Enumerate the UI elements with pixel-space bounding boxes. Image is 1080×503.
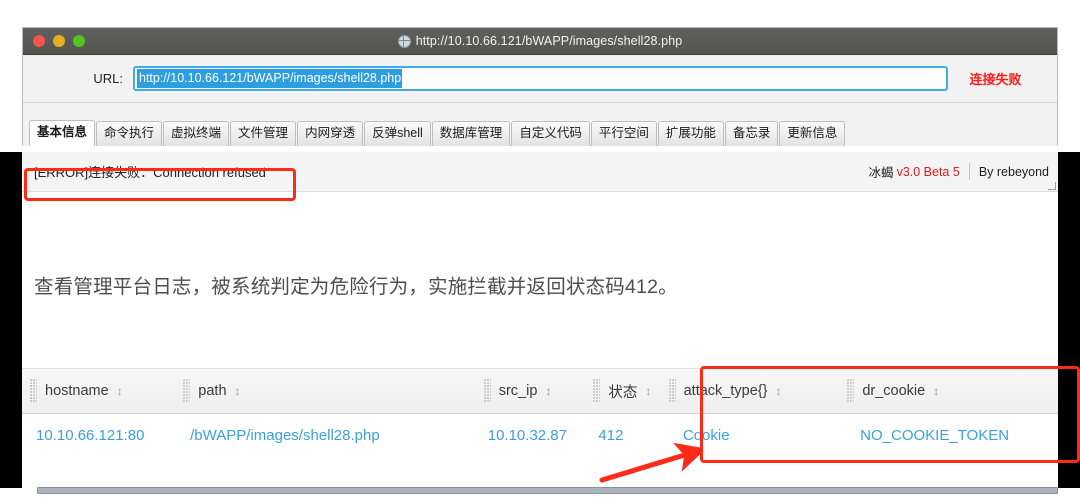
scrollbar-thumb[interactable] xyxy=(37,487,1058,494)
tab-parallel-space[interactable]: 平行空间 xyxy=(590,121,657,146)
tab-file-manager[interactable]: 文件管理 xyxy=(230,121,297,146)
column-label: attack_type{} xyxy=(683,383,768,399)
tab-command-exec[interactable]: 命令执行 xyxy=(96,121,163,146)
tab-virtual-terminal[interactable]: 虚拟终端 xyxy=(163,121,230,146)
status-strip: [ERROR]连接失败：Connection refused 冰蝎 v3.0 B… xyxy=(22,152,1058,192)
column-label: 状态 xyxy=(608,384,638,401)
column-header-path[interactable]: path ↕ xyxy=(175,369,475,413)
column-header-dr-cookie[interactable]: dr_cookie ↕ xyxy=(839,369,1058,413)
behinder-client-window: http://10.10.66.121/bWAPP/images/shell28… xyxy=(22,27,1058,146)
zoom-button[interactable] xyxy=(73,35,85,47)
tab-custom-code[interactable]: 自定义代码 xyxy=(511,121,590,146)
cell-hostname[interactable]: 10.10.66.121:80 xyxy=(22,427,175,444)
url-bar: URL: http://10.10.66.121/bWAPP/images/sh… xyxy=(23,55,1057,103)
column-drag-grip-icon[interactable] xyxy=(30,379,37,403)
error-message: [ERROR]连接失败：Connection refused xyxy=(34,165,266,180)
resize-grip[interactable] xyxy=(1048,182,1056,190)
capture-edge-right xyxy=(1058,152,1080,488)
product-version: v3.0 Beta 5 xyxy=(896,164,960,179)
window-controls[interactable] xyxy=(23,35,85,47)
table-row[interactable]: 10.10.66.121:80 /bWAPP/images/shell28.ph… xyxy=(22,414,1058,456)
tab-extensions[interactable]: 扩展功能 xyxy=(657,121,724,146)
url-input[interactable]: http://10.10.66.121/bWAPP/images/shell28… xyxy=(133,66,948,91)
cell-dr-cookie[interactable]: NO_COOKIE_TOKEN xyxy=(839,427,1058,444)
tab-update-info[interactable]: 更新信息 xyxy=(779,121,846,146)
cell-path[interactable]: /bWAPP/images/shell28.php xyxy=(175,427,475,444)
window-title: http://10.10.66.121/bWAPP/images/shell28… xyxy=(415,34,683,48)
sort-arrow-icon[interactable]: ↕ xyxy=(117,385,123,397)
tab-reverse-shell[interactable]: 反弹shell xyxy=(364,121,431,146)
close-button[interactable] xyxy=(33,35,45,47)
column-label: src_ip xyxy=(498,383,538,399)
column-drag-grip-icon[interactable] xyxy=(668,379,676,403)
sort-arrow-icon[interactable]: ↕ xyxy=(645,385,651,397)
version-info: 冰蝎 v3.0 Beta 5 By rebeyond xyxy=(869,162,1054,181)
sort-arrow-icon[interactable]: ↕ xyxy=(933,385,939,397)
column-drag-grip-icon[interactable] xyxy=(183,379,191,403)
capture-edge-left xyxy=(0,152,22,488)
tab-memo[interactable]: 备忘录 xyxy=(724,121,779,146)
minimize-button[interactable] xyxy=(53,35,65,47)
cell-attack-type[interactable]: Cookie xyxy=(660,427,839,444)
sort-arrow-icon[interactable]: ↕ xyxy=(235,385,241,397)
window-titlebar[interactable]: http://10.10.66.121/bWAPP/images/shell28… xyxy=(23,28,1057,55)
tab-basic-info[interactable]: 基本信息 xyxy=(29,120,96,146)
column-header-attack-type[interactable]: attack_type{} ↕ xyxy=(661,369,840,413)
column-label: dr_cookie xyxy=(862,383,926,399)
attack-log-table: hostname ↕ path ↕ src_ip ↕ 状态 ↕ attack_t… xyxy=(22,368,1058,456)
table-header-row: hostname ↕ path ↕ src_ip ↕ 状态 ↕ attack_t… xyxy=(22,368,1058,414)
cell-status[interactable]: 412 xyxy=(584,427,659,444)
url-label: URL: xyxy=(93,71,123,86)
product-author: By rebeyond xyxy=(978,164,1049,179)
cell-src-ip[interactable]: 10.10.32.87 xyxy=(475,427,585,444)
column-header-hostname[interactable]: hostname ↕ xyxy=(22,369,175,413)
globe-icon xyxy=(397,34,411,48)
url-input-value[interactable]: http://10.10.66.121/bWAPP/images/shell28… xyxy=(137,69,403,88)
connection-status: 连接失败 xyxy=(969,72,1022,87)
column-drag-grip-icon[interactable] xyxy=(847,379,855,403)
horizontal-scrollbar[interactable] xyxy=(22,485,1058,497)
column-drag-grip-icon[interactable] xyxy=(483,379,491,403)
tab-bar[interactable]: 基本信息 命令执行 虚拟终端 文件管理 内网穿透 反弹shell 数据库管理 自… xyxy=(23,103,1057,146)
version-divider xyxy=(968,163,970,180)
column-drag-grip-icon[interactable] xyxy=(593,379,601,403)
column-header-src-ip[interactable]: src_ip ↕ xyxy=(476,369,586,413)
column-header-status[interactable]: 状态 ↕ xyxy=(585,369,660,413)
log-content-area: [ERROR]连接失败：Connection refused 冰蝎 v3.0 B… xyxy=(22,152,1058,503)
sort-arrow-icon[interactable]: ↕ xyxy=(775,385,781,397)
tab-database-manager[interactable]: 数据库管理 xyxy=(431,121,511,146)
sort-arrow-icon[interactable]: ↕ xyxy=(545,385,551,397)
tab-intranet-tunnel[interactable]: 内网穿透 xyxy=(297,121,364,146)
page-description: 查看管理平台日志，被系统判定为危险行为，实施拦截并返回状态码412。 xyxy=(34,276,678,298)
window-title-group: http://10.10.66.121/bWAPP/images/shell28… xyxy=(23,34,1057,48)
product-name: 冰蝎 xyxy=(868,166,894,180)
column-label: path xyxy=(198,383,227,399)
column-label: hostname xyxy=(45,383,109,399)
